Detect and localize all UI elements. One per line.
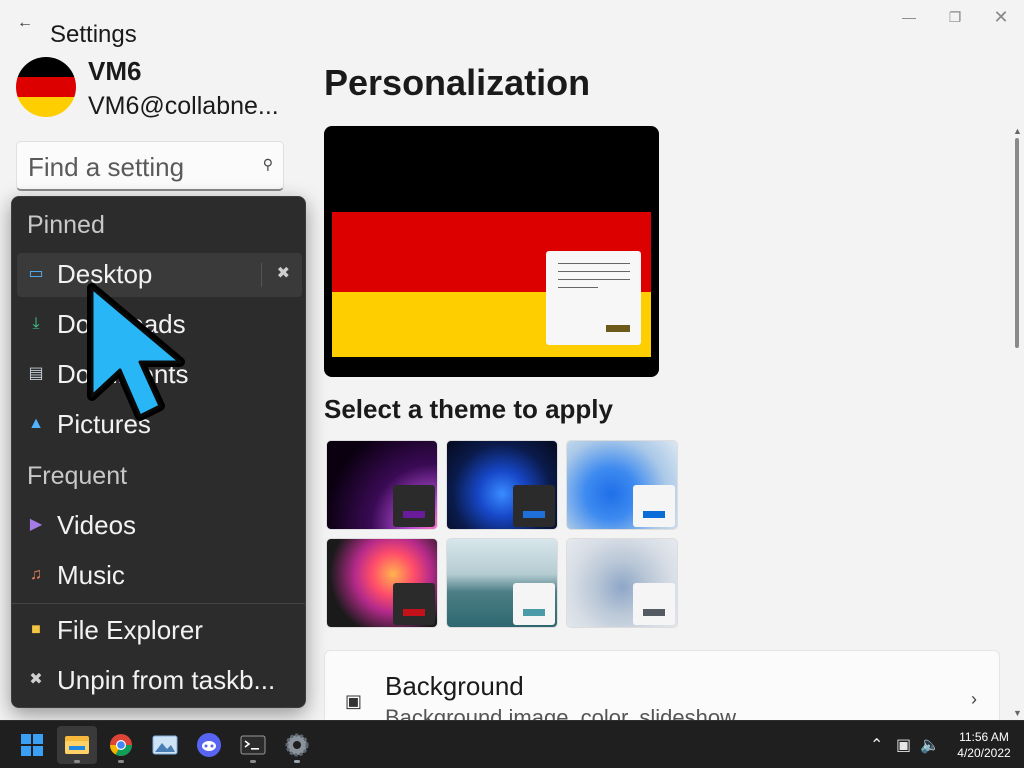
- preview-window-card: [546, 251, 641, 345]
- chevron-up-icon[interactable]: ⌃: [870, 735, 883, 755]
- user-email: VM6@collabne...: [88, 92, 279, 120]
- jump-item-videos[interactable]: ▶ Videos: [17, 504, 302, 548]
- jump-item-unpin[interactable]: ✖ Unpin from taskb...: [17, 659, 302, 703]
- start-button[interactable]: [12, 726, 52, 764]
- terminal-icon[interactable]: [233, 726, 273, 764]
- background-title: Background: [385, 671, 524, 701]
- folder-icon: ■: [31, 621, 41, 638]
- network-icon[interactable]: ▣: [896, 735, 911, 755]
- chevron-right-icon: ›: [971, 689, 977, 709]
- avatar[interactable]: [16, 57, 76, 117]
- theme-section-title: Select a theme to apply: [324, 394, 613, 424]
- download-icon: ⤓: [32, 315, 40, 332]
- jump-item-music[interactable]: ♫ Music: [17, 554, 302, 598]
- picture-icon: ▲: [28, 415, 44, 432]
- user-name: VM6: [88, 56, 142, 86]
- divider: [12, 603, 305, 604]
- app-title: Settings: [50, 21, 137, 48]
- document-icon: ▤: [28, 365, 44, 382]
- chrome-icon[interactable]: [101, 726, 141, 764]
- clock-time: 11:56 AM: [959, 730, 1009, 744]
- background-setting-card[interactable]: ▣ Background Background image, color, sl…: [324, 650, 1000, 720]
- pinned-header: Pinned: [27, 211, 105, 239]
- background-subtitle: Background image, color, slideshow: [385, 705, 736, 720]
- theme-5[interactable]: [446, 538, 558, 628]
- taskbar-jump-list: Pinned ▭ Desktop ✖ ⤓ Downloads ▤ Documen…: [11, 196, 306, 708]
- theme-1[interactable]: [326, 440, 438, 530]
- theme-4[interactable]: [326, 538, 438, 628]
- search-input[interactable]: Find a setting ⚲: [16, 141, 284, 191]
- search-placeholder: Find a setting: [28, 152, 185, 182]
- video-icon: ▶: [29, 516, 43, 533]
- jump-item-label: Music: [57, 560, 125, 590]
- volume-icon[interactable]: 🔈: [920, 735, 940, 755]
- search-icon[interactable]: ⚲: [263, 156, 273, 173]
- file-explorer-taskbar-icon[interactable]: [57, 726, 97, 764]
- restore-button[interactable]: ❐: [932, 6, 978, 28]
- clock-date: 4/20/2022: [957, 746, 1011, 760]
- music-icon: ♫: [30, 566, 42, 583]
- theme-3[interactable]: [566, 440, 678, 530]
- frequent-header: Frequent: [27, 462, 128, 490]
- desktop-icon: ▭: [28, 265, 44, 282]
- scrollbar[interactable]: ▲ ▼: [1013, 126, 1022, 720]
- image-icon: ▣: [345, 691, 363, 711]
- unpin-icon[interactable]: ✖: [277, 263, 290, 283]
- jump-item-label: Videos: [57, 510, 137, 540]
- scroll-up-icon[interactable]: ▲: [1013, 126, 1022, 136]
- mouse-cursor-icon: [87, 283, 185, 421]
- close-button[interactable]: ✕: [978, 6, 1024, 28]
- photos-icon[interactable]: [145, 726, 185, 764]
- discord-icon[interactable]: [189, 726, 229, 764]
- taskbar: ⌃ ▣ 🔈 11:56 AM 4/20/2022: [0, 720, 1024, 768]
- scroll-thumb[interactable]: [1015, 138, 1019, 348]
- jump-item-file-explorer[interactable]: ■ File Explorer: [17, 609, 302, 653]
- page-title: Personalization: [324, 62, 591, 103]
- separator: [261, 263, 262, 287]
- scroll-down-icon[interactable]: ▼: [1013, 708, 1022, 718]
- back-arrow-icon[interactable]: ←: [14, 12, 36, 34]
- theme-2[interactable]: [446, 440, 558, 530]
- clock[interactable]: 11:56 AM 4/20/2022: [948, 729, 1020, 761]
- jump-item-label: Unpin from taskb...: [57, 665, 276, 695]
- minimize-button[interactable]: —: [886, 6, 932, 28]
- theme-6[interactable]: [566, 538, 678, 628]
- theme-preview: [324, 126, 659, 377]
- settings-taskbar-icon[interactable]: [277, 726, 317, 764]
- unpin-icon: ✖: [29, 671, 43, 688]
- jump-item-label: File Explorer: [57, 615, 203, 645]
